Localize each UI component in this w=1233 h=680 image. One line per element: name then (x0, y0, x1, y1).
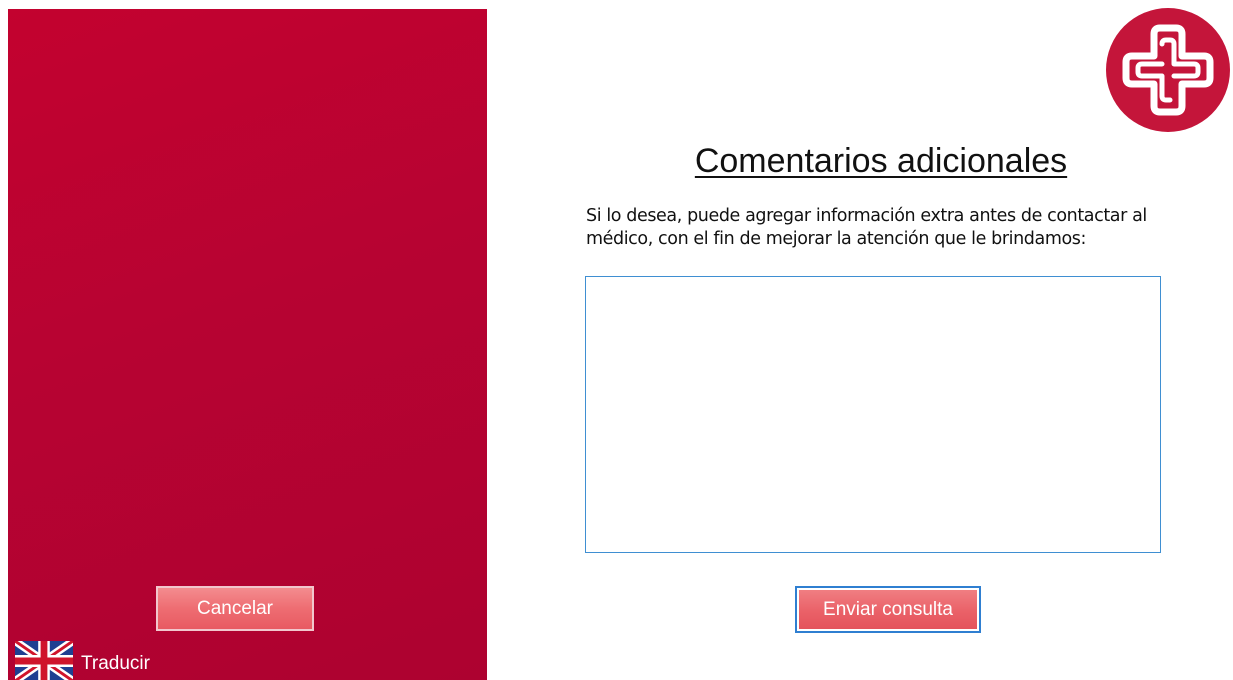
send-consultation-label: Enviar consulta (799, 590, 977, 629)
translate-button[interactable]: Traducir (15, 641, 150, 680)
uk-flag-icon (15, 641, 73, 680)
left-panel: Cancelar Traducir (8, 9, 487, 680)
page: Cancelar Traducir Comentarios adicionale… (0, 0, 1233, 680)
cancel-button[interactable]: Cancelar (156, 586, 314, 631)
translate-label: Traducir (81, 653, 150, 674)
comments-textarea[interactable] (585, 276, 1161, 553)
medical-cross-logo-icon (1106, 8, 1230, 132)
page-title: Comentarios adicionales (694, 142, 1068, 180)
description-text: Si lo desea, puede agregar información e… (586, 206, 1147, 249)
send-consultation-button[interactable]: Enviar consulta (795, 586, 981, 633)
